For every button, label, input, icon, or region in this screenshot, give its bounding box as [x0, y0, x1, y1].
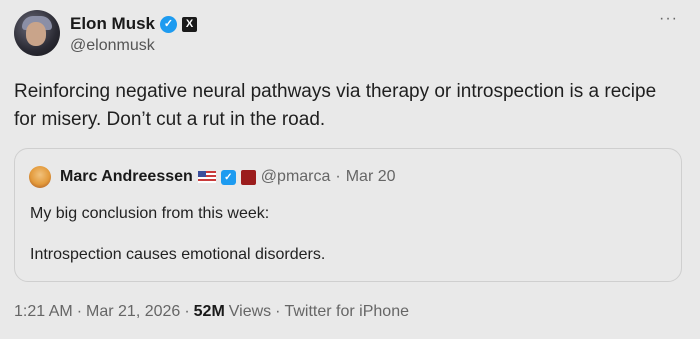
tweet-meta: 1:21 AM · Mar 21, 2026 · 52M Views · Twi… — [14, 303, 409, 321]
tweet-date[interactable]: Mar 21, 2026 — [86, 303, 180, 321]
views-label: Views — [228, 303, 272, 320]
tweet-client[interactable]: Twitter for iPhone — [284, 303, 409, 321]
author-avatar[interactable] — [14, 10, 60, 56]
quoted-text-line1: My big conclusion from this week: — [30, 205, 270, 222]
quoted-header: Marc Andreessen ✓ @pmarca · Mar 20 — [60, 165, 396, 189]
more-options-icon[interactable]: ··· — [659, 10, 678, 28]
verified-badge-icon[interactable]: ✓ — [220, 169, 236, 185]
quoted-text-line2: Introspection causes emotional disorders… — [30, 246, 326, 263]
separator-dot: · — [184, 303, 190, 320]
separator-dot: · — [76, 303, 83, 320]
quoted-author-avatar[interactable] — [29, 166, 51, 188]
author-handle[interactable]: @elonmusk — [70, 37, 155, 55]
us-flag-icon — [197, 171, 216, 183]
separator-dot: · — [275, 303, 281, 320]
views-count[interactable]: 52M — [194, 303, 225, 321]
tweet-text: Reinforcing negative neural pathways via… — [14, 81, 657, 130]
affiliation-badge-icon[interactable] — [240, 169, 256, 185]
author-name-row: Elon Musk ✓ X — [70, 12, 198, 36]
avatar-face — [26, 22, 46, 46]
separator-dot: · — [335, 168, 341, 185]
verified-badge-icon[interactable]: ✓ — [160, 15, 178, 33]
quoted-author-name[interactable]: Marc Andreessen — [60, 168, 193, 186]
quoted-date[interactable]: Mar 20 — [346, 168, 396, 186]
author-name[interactable]: Elon Musk — [70, 14, 155, 34]
quoted-tweet[interactable]: Marc Andreessen ✓ @pmarca · Mar 20 My bi… — [14, 148, 682, 282]
tweet-time[interactable]: 1:21 AM — [14, 303, 73, 321]
quoted-author-handle[interactable]: @pmarca — [261, 168, 331, 186]
x-logo-icon[interactable]: X — [182, 16, 198, 32]
